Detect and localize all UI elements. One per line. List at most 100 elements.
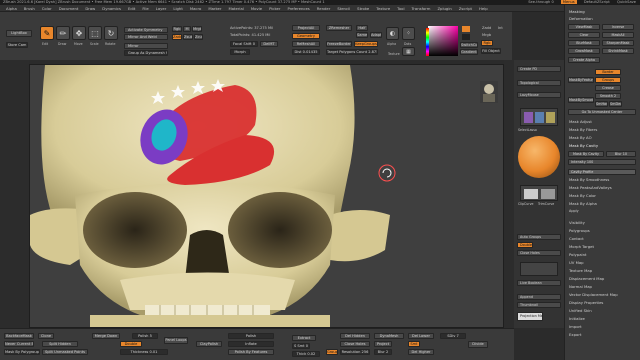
sm-hard-button[interactable]: SmHard <box>595 101 608 107</box>
sdiv-slider[interactable]: SDiv 7 <box>440 333 466 339</box>
menu-texture[interactable]: Texture <box>376 6 390 11</box>
menu-layer[interactable]: Layer <box>156 6 167 11</box>
display-properties-header[interactable]: Display Properties <box>569 300 603 305</box>
viewport-canvas[interactable] <box>29 64 504 328</box>
export-header[interactable]: Export <box>569 332 581 337</box>
menu-file[interactable]: File <box>142 6 148 11</box>
mask-by-feature-button[interactable]: MaskByFeature <box>568 77 594 83</box>
menu-color[interactable]: Color <box>42 6 52 11</box>
close-holes-button[interactable]: Close Holes <box>517 250 561 256</box>
menu-document[interactable]: Document <box>59 6 79 11</box>
clone-button[interactable]: Clone <box>38 333 54 339</box>
shrink-mask-button[interactable]: ShrinkMask <box>602 48 634 54</box>
menu-render[interactable]: Render <box>317 6 331 11</box>
remesh-all-button[interactable]: ReMeshAll <box>292 41 320 47</box>
backface-mask-button[interactable]: BackfaceMask <box>4 333 34 339</box>
mask-adjust-header[interactable]: Mask Adjust <box>569 119 592 124</box>
del-lower-button[interactable]: Del Lower <box>408 333 434 339</box>
smt-toggle[interactable]: Smt <box>408 341 420 347</box>
uv-map-header[interactable]: UV Map <box>569 260 584 265</box>
border-button[interactable]: Border <box>595 69 621 75</box>
sharpen-mask-button[interactable]: SharpenMask <box>602 40 634 46</box>
clip-tools-thumbnails[interactable] <box>520 185 558 201</box>
mask-by-cavity-button[interactable]: Mask By Cavity <box>568 151 604 157</box>
create-pd-button[interactable]: Create PD <box>517 66 561 72</box>
menu-material[interactable]: Material <box>228 6 243 11</box>
mirror-button[interactable]: Mirror <box>124 43 168 49</box>
menu-marker[interactable]: Marker <box>208 6 221 11</box>
apply-button[interactable]: Apply <box>569 209 579 213</box>
live-boolean-button[interactable]: Live Boolean <box>517 280 561 286</box>
grow-mask-button[interactable]: GrowMask <box>568 48 600 54</box>
mask-by-cavity-header[interactable]: Mask By Cavity <box>569 143 598 148</box>
unified-skin-header[interactable]: Unified Skin <box>569 308 592 313</box>
thumbnail-button[interactable]: Thumbnail <box>517 302 561 308</box>
menu-help[interactable]: Help <box>479 6 488 11</box>
menu-stroke[interactable]: Stroke <box>357 6 369 11</box>
split-unmasked-button[interactable]: Split Unmasked Points <box>42 349 88 355</box>
secondary-color-swatch[interactable] <box>462 34 470 40</box>
split-hidden-button[interactable]: Split Hidden <box>42 341 78 347</box>
main-color-swatch[interactable] <box>462 26 470 32</box>
m-toggle[interactable]: M <box>183 26 191 32</box>
polypaint-header[interactable]: Polypaint <box>569 252 586 257</box>
texture-map-header[interactable]: Texture Map <box>569 268 592 273</box>
polish-button[interactable]: Polish <box>228 333 274 339</box>
move-mode-button[interactable]: ✥ <box>72 26 86 40</box>
displacement-map-header[interactable]: Displacement Map <box>569 276 604 281</box>
color-picker-square[interactable] <box>428 26 458 56</box>
morph-button[interactable]: Morph <box>230 49 250 55</box>
fill-object-button[interactable]: Fill Object <box>481 48 501 54</box>
projection-master-button[interactable]: Projection Master <box>517 312 543 321</box>
visibility-header[interactable]: Visibility <box>569 220 585 225</box>
half-button[interactable]: Half <box>356 25 368 31</box>
import-header[interactable]: Import <box>569 324 582 329</box>
contact-header[interactable]: Contact <box>569 236 584 241</box>
lightbox-button[interactable]: LightBox <box>6 30 32 37</box>
mask-peaks-header[interactable]: Mask PeaksAndValleys <box>569 185 612 190</box>
cavity-profile-button[interactable]: Cavity Profile <box>568 169 636 175</box>
deformation-header[interactable]: Deformation <box>569 16 593 21</box>
vector-displacement-header[interactable]: Vector Displacement Map <box>569 292 618 297</box>
blur-mask-button[interactable]: BlurMask <box>568 40 600 46</box>
cavity-intensity-slider[interactable]: Intensity 100 <box>568 159 636 165</box>
mask-by-polygroups-slider[interactable]: Mask By Polygroups 0 <box>4 349 40 355</box>
mask-all-button[interactable]: MaskAll <box>602 32 634 38</box>
divide-button[interactable]: Divide <box>468 341 488 348</box>
double-button[interactable]: Double <box>517 242 533 248</box>
groups-button[interactable]: Groups <box>595 77 621 83</box>
menu-movie[interactable]: Movie <box>251 6 262 11</box>
project-all-button[interactable]: ProjectAll <box>292 25 320 31</box>
keep-groups-button[interactable]: KeepGroups <box>354 41 378 47</box>
mask-by-smooth-button[interactable]: MaskBySmooth <box>568 97 594 103</box>
quicksave-button[interactable]: QuickSave <box>617 0 636 4</box>
dots-stroke-button[interactable]: ⁘ <box>402 27 415 40</box>
blur-slider[interactable]: Blur 2 <box>374 349 392 355</box>
same-button[interactable]: Same <box>356 32 368 38</box>
extract-button[interactable]: Extract <box>292 335 316 341</box>
mask-by-smoothness-header[interactable]: Mask By Smoothness <box>569 177 609 182</box>
menus-toggle[interactable]: Menus <box>560 0 577 4</box>
group-dynamesh-button[interactable]: Group As Dynamesh Sub <box>124 50 168 56</box>
inflate-slider[interactable]: Inflate <box>228 341 274 347</box>
menu-zplugin[interactable]: Zplugin <box>437 6 451 11</box>
subtool-thumbnails[interactable] <box>520 108 558 126</box>
zcut-toggle[interactable]: Zcut <box>194 34 203 40</box>
edit-mode-button[interactable]: ✎ <box>40 26 54 40</box>
menu-edit[interactable]: Edit <box>128 6 135 11</box>
gradient-button[interactable]: Gradient <box>460 49 478 55</box>
thick-slider[interactable]: Thick 0.02 <box>292 351 320 357</box>
create-alpha-button[interactable]: Create Alpha <box>568 57 600 63</box>
del-hidden-button[interactable]: Del Hidden <box>340 333 370 339</box>
default-zscript-button[interactable]: DefaultZScript <box>584 0 610 4</box>
texture-button[interactable]: ▦ <box>402 47 415 56</box>
adapt-button[interactable]: Adapt <box>370 32 382 38</box>
clay-polish-button[interactable]: ClayPolish <box>196 341 222 347</box>
menu-preferences[interactable]: Preferences <box>287 6 309 11</box>
sm-dec-button[interactable]: SmDec <box>609 101 622 107</box>
crease-button[interactable]: Crease <box>595 85 621 91</box>
live-boolean-preview[interactable] <box>520 262 558 276</box>
menu-transform[interactable]: Transform <box>412 6 431 11</box>
menu-macro[interactable]: Macro <box>190 6 202 11</box>
initialize-header[interactable]: Initialize <box>569 316 585 321</box>
